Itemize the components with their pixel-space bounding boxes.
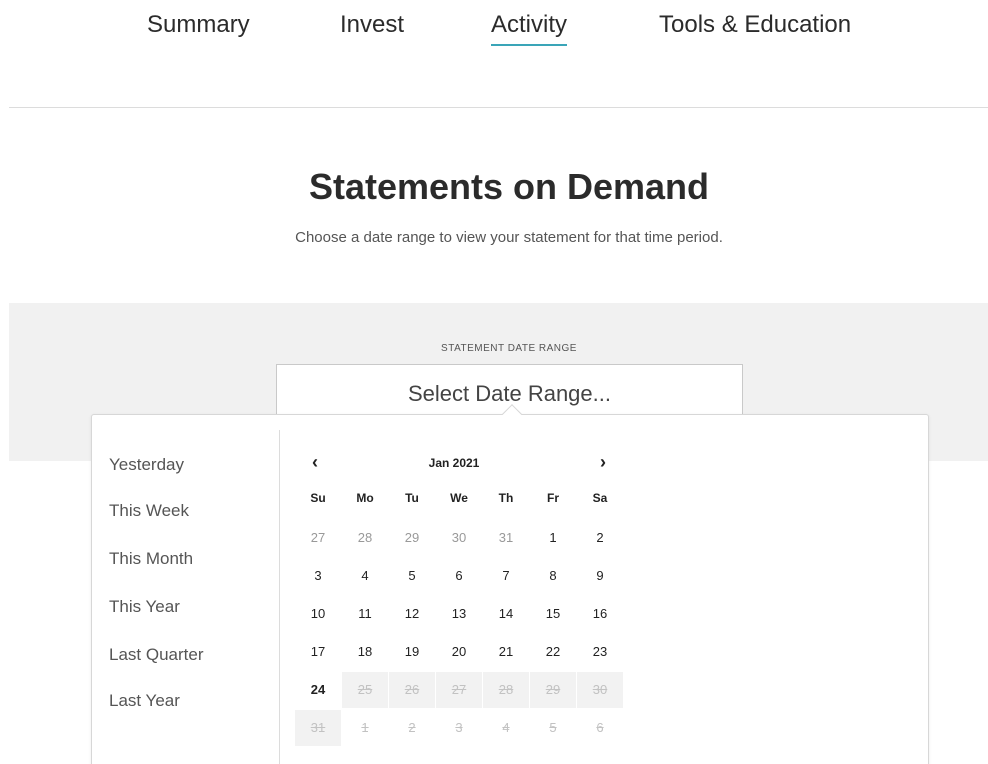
weekday-header: Fr [547, 491, 559, 505]
calendar-day-disabled: 1 [361, 720, 369, 735]
calendar-day[interactable]: 13 [436, 596, 482, 632]
calendar-day-today[interactable]: 24 [295, 672, 341, 708]
nav-divider [9, 107, 988, 108]
calendar-day[interactable]: 21 [483, 634, 529, 670]
calendar-day-disabled: 3 [455, 720, 463, 735]
top-navigation: Summary Invest Activity Tools & Educatio… [0, 0, 988, 108]
preset-this-week[interactable]: This Week [109, 501, 189, 521]
calendar-day[interactable]: 11 [342, 596, 388, 632]
calendar-day[interactable]: 18 [342, 634, 388, 670]
calendar-day-disabled: 27 [436, 672, 482, 708]
calendar-day-disabled: 31 [295, 710, 341, 746]
calendar-day[interactable]: 4 [342, 558, 388, 594]
calendar-day[interactable]: 23 [577, 634, 623, 670]
calendar-day[interactable]: 14 [483, 596, 529, 632]
preset-yesterday[interactable]: Yesterday [109, 455, 184, 475]
calendar-day[interactable]: 8 [530, 558, 576, 594]
preset-this-year[interactable]: This Year [109, 597, 180, 617]
calendar-day[interactable]: 5 [389, 558, 435, 594]
calendar-day-disabled: 2 [408, 720, 416, 735]
calendar-day-disabled: 28 [483, 672, 529, 708]
calendar-day[interactable]: 30 [436, 520, 482, 556]
calendar-day[interactable]: 20 [436, 634, 482, 670]
nav-invest[interactable]: Invest [340, 10, 404, 46]
calendar-day-disabled: 25 [342, 672, 388, 708]
calendar-day-disabled: 5 [549, 720, 557, 735]
calendar-day[interactable]: 6 [436, 558, 482, 594]
calendar-day-disabled: 6 [596, 720, 604, 735]
nav-tools-education[interactable]: Tools & Education [659, 10, 851, 46]
calendar-day[interactable]: 31 [483, 520, 529, 556]
calendar-day-disabled: 29 [530, 672, 576, 708]
calendar-day[interactable]: 22 [530, 634, 576, 670]
calendar-day[interactable]: 3 [295, 558, 341, 594]
calendar-month-title: Jan 2021 [428, 456, 480, 470]
weekday-header: Mo [356, 491, 374, 505]
date-range-placeholder[interactable]: Select Date Range... [276, 381, 743, 407]
calendar-day-disabled: 26 [389, 672, 435, 708]
nav-summary[interactable]: Summary [147, 10, 250, 46]
calendar-day[interactable]: 29 [389, 520, 435, 556]
picker-divider [279, 430, 280, 764]
calendar-day[interactable]: 16 [577, 596, 623, 632]
calendar-day-disabled: 30 [577, 672, 623, 708]
calendar-day[interactable]: 27 [295, 520, 341, 556]
weekday-header: Tu [405, 491, 419, 505]
calendar-day[interactable]: 19 [389, 634, 435, 670]
calendar-day[interactable]: 12 [389, 596, 435, 632]
preset-this-month[interactable]: This Month [109, 549, 193, 569]
page-title: Statements on Demand [308, 166, 710, 207]
page-subtitle: Choose a date range to view your stateme… [295, 229, 723, 246]
preset-last-quarter[interactable]: Last Quarter [109, 645, 204, 665]
chevron-left-icon[interactable]: ‹ [305, 452, 325, 473]
calendar-day-disabled: 4 [502, 720, 510, 735]
date-range-label: STATEMENT DATE RANGE [441, 343, 577, 354]
nav-activity[interactable]: Activity [491, 10, 568, 46]
calendar-day[interactable]: 9 [577, 558, 623, 594]
calendar-day[interactable]: 7 [483, 558, 529, 594]
weekday-header: Sa [592, 491, 608, 505]
weekday-header: We [450, 491, 468, 505]
weekday-header: Su [310, 491, 326, 505]
calendar-day[interactable]: 28 [342, 520, 388, 556]
calendar-day[interactable]: 2 [577, 520, 623, 556]
calendar-day[interactable]: 17 [295, 634, 341, 670]
calendar-day[interactable]: 15 [530, 596, 576, 632]
chevron-right-icon[interactable]: › [593, 452, 613, 473]
preset-last-year[interactable]: Last Year [109, 691, 180, 711]
weekday-header: Th [498, 491, 514, 505]
calendar-day[interactable]: 10 [295, 596, 341, 632]
calendar-day[interactable]: 1 [530, 520, 576, 556]
